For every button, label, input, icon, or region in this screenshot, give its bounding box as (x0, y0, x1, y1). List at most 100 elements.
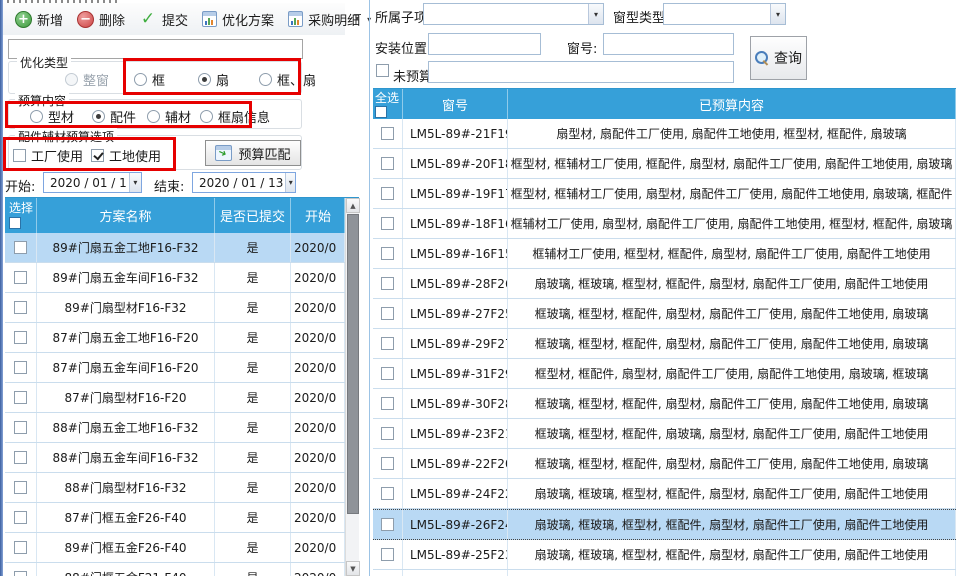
radio-auxiliary[interactable]: 辅材 (147, 107, 191, 126)
row-checkbox[interactable] (14, 301, 27, 314)
window-row[interactable]: LM5L-89#-31F29 框型材, 框配件, 扇型材, 扇配件工厂使用, 扇… (373, 359, 956, 389)
chevron-down-icon[interactable] (129, 173, 141, 192)
start-date-picker[interactable]: 2020 / 01 / 1 (43, 172, 142, 193)
row-checkbox[interactable] (381, 127, 394, 140)
sub-item-select[interactable] (423, 3, 604, 25)
window-row[interactable]: LM5L-89#-25F23 扇玻璃, 框玻璃, 框型材, 框配件, 扇型材, … (373, 540, 956, 570)
window-row[interactable]: LM5L-89#-19F17 框型材, 框辅材工厂使用, 扇型材, 扇配件工厂使… (373, 179, 956, 209)
row-checkbox[interactable] (14, 451, 27, 464)
plan-row[interactable]: 89#门框五金F26-F40 是 2020/0 (5, 533, 345, 563)
row-checkbox[interactable] (381, 307, 394, 320)
window-type-select[interactable] (663, 3, 786, 25)
plan-row[interactable]: 88#门框五金F21-F40 是 2020/0 (5, 563, 345, 576)
scrollbar-thumb[interactable] (347, 214, 359, 514)
row-checkbox[interactable] (14, 421, 27, 434)
window-row[interactable]: LM5L-89#-22F20 框玻璃, 框型材, 框配件, 扇型材, 扇配件工厂… (373, 449, 956, 479)
row-checkbox[interactable] (14, 481, 27, 494)
row-checkbox[interactable] (381, 518, 394, 531)
window-row[interactable]: LM5L-89#-23F21 框玻璃, 框型材, 框配件, 扇玻璃, 扇型材, … (373, 419, 956, 449)
plan-row[interactable]: 89#门扇五金工地F16-F32 是 2020/0 (5, 233, 345, 263)
row-checkbox[interactable] (381, 337, 394, 350)
row-checkbox[interactable] (14, 361, 27, 374)
row-checkbox[interactable] (381, 487, 394, 500)
optimize-plan-button[interactable]: 优化方案 (196, 6, 280, 33)
row-checkbox[interactable] (381, 427, 394, 440)
panel-splitter[interactable] (369, 0, 370, 576)
query-button[interactable]: 查询 (750, 36, 807, 80)
window-row[interactable]: LM5L-89#-18F16 框辅材工厂使用, 扇型材, 扇配件工厂使用, 扇配… (373, 209, 956, 239)
add-button[interactable]: + 新增 (9, 6, 69, 33)
chevron-down-icon[interactable] (285, 173, 295, 192)
row-checkbox[interactable] (381, 157, 394, 170)
plan-row[interactable]: 88#门扇五金工地F16-F32 是 2020/0 (5, 413, 345, 443)
radio-frame-sash-info[interactable]: 框扇信息 (200, 107, 270, 126)
window-row[interactable]: LM5L-89#-28F26 扇玻璃, 框玻璃, 框型材, 框配件, 扇型材, … (373, 269, 956, 299)
radio-frame[interactable]: 框 (134, 70, 165, 89)
submit-button[interactable]: ✓ 提交 (133, 5, 194, 33)
vertical-scrollbar[interactable]: ▲ ▼ (345, 198, 359, 576)
submit-button-label: 提交 (162, 10, 188, 29)
row-checkbox[interactable] (381, 187, 394, 200)
end-date-picker[interactable]: 2020 / 01 / 13 (192, 172, 296, 193)
row-checkbox[interactable] (14, 511, 27, 524)
row-checkbox[interactable] (381, 247, 394, 260)
row-checkbox[interactable] (381, 457, 394, 470)
window-row[interactable]: LM5L-89#-21F19 扇型材, 扇配件工厂使用, 扇配件工地使用, 框型… (373, 119, 956, 149)
chevron-down-icon[interactable] (588, 4, 603, 24)
scroll-down-icon[interactable]: ▼ (346, 561, 360, 576)
window-row[interactable]: LM5L-89#-30F28 框玻璃, 框型材, 框配件, 扇型材, 扇配件工厂… (373, 389, 956, 419)
row-checkbox[interactable] (381, 548, 394, 561)
row-checkbox[interactable] (381, 397, 394, 410)
radio-profile[interactable]: 型材 (30, 107, 74, 126)
row-checkbox[interactable] (14, 541, 27, 554)
window-no-cell: LM5L-89#-26F24 (403, 510, 508, 539)
window-row[interactable]: LM5L-89#-24F22 扇玻璃, 框玻璃, 框型材, 框配件, 扇型材, … (373, 479, 956, 509)
delete-button[interactable]: − 删除 (71, 6, 131, 33)
checkbox-label: 工厂使用 (31, 146, 83, 165)
window-row[interactable]: LM5L-89#-20F18 框型材, 框辅材工厂使用, 框配件, 扇型材, 扇… (373, 149, 956, 179)
plan-row[interactable]: 89#门扇五金车间F16-F32 是 2020/0 (5, 263, 345, 293)
plan-row[interactable]: 87#门扇五金车间F16-F20 是 2020/0 (5, 353, 345, 383)
window-row[interactable]: LM5L-89#-27F25 框玻璃, 框型材, 框配件, 扇型材, 扇配件工厂… (373, 299, 956, 329)
window-row[interactable]: LM5L-89#-26F24 扇玻璃, 框玻璃, 框型材, 框配件, 扇型材, … (373, 509, 956, 540)
scroll-up-icon[interactable]: ▲ (346, 198, 360, 213)
radio-whole-window[interactable]: 整窗 (65, 70, 109, 89)
plan-row[interactable]: 88#门扇型材F16-F32 是 2020/0 (5, 473, 345, 503)
checkbox-site-use[interactable]: 工地使用 (91, 146, 161, 165)
window-no-cell: LM5L-89#-16F15 (403, 239, 508, 268)
no-budget-checkbox[interactable] (376, 64, 389, 77)
toolbar-overflow-button[interactable] (350, 8, 364, 28)
start-date-cell: 2020/0 (291, 533, 345, 562)
submitted-cell: 是 (215, 263, 291, 292)
budget-match-button[interactable]: 预算匹配 (205, 140, 301, 166)
plan-row[interactable]: 87#门扇五金工地F16-F20 是 2020/0 (5, 323, 345, 353)
plan-row[interactable]: 89#门扇型材F16-F32 是 2020/0 (5, 293, 345, 323)
no-budget-input[interactable] (428, 61, 734, 83)
radio-accessory[interactable]: 配件 (92, 107, 136, 126)
start-date-cell: 2020/0 (291, 413, 345, 442)
plan-name-cell: 89#门扇五金车间F16-F32 (37, 263, 215, 292)
window-no-input[interactable] (603, 33, 734, 55)
chevron-down-icon[interactable] (770, 4, 785, 24)
window-row[interactable]: LM5L-89#-29F27 框玻璃, 框型材, 框配件, 扇型材, 扇配件工厂… (373, 329, 956, 359)
checkbox-factory-use[interactable]: 工厂使用 (13, 146, 83, 165)
window-row[interactable]: LM5L-89#-16F15 框辅材工厂使用, 框型材, 框配件, 扇型材, 扇… (373, 239, 956, 269)
row-checkbox[interactable] (14, 331, 27, 344)
plan-row[interactable]: 88#门扇五金车间F16-F32 是 2020/0 (5, 443, 345, 473)
select-all-checkbox[interactable] (9, 217, 21, 229)
plan-row[interactable]: 87#门框五金F26-F40 是 2020/0 (5, 503, 345, 533)
row-checkbox[interactable] (14, 271, 27, 284)
row-checkbox[interactable] (381, 217, 394, 230)
radio-sash[interactable]: 扇 (198, 70, 229, 89)
row-checkbox[interactable] (14, 571, 27, 576)
start-date-cell: 2020/0 (291, 293, 345, 322)
row-checkbox[interactable] (14, 391, 27, 404)
plan-row[interactable]: 87#门扇型材F16-F20 是 2020/0 (5, 383, 345, 413)
row-checkbox[interactable] (381, 277, 394, 290)
plan-name-cell: 87#门扇五金车间F16-F20 (37, 353, 215, 382)
select-all-checkbox[interactable] (375, 106, 387, 118)
row-checkbox[interactable] (381, 367, 394, 380)
row-checkbox[interactable] (14, 241, 27, 254)
install-position-input[interactable] (428, 33, 541, 55)
radio-frame-sash[interactable]: 框、扇 (259, 70, 316, 89)
